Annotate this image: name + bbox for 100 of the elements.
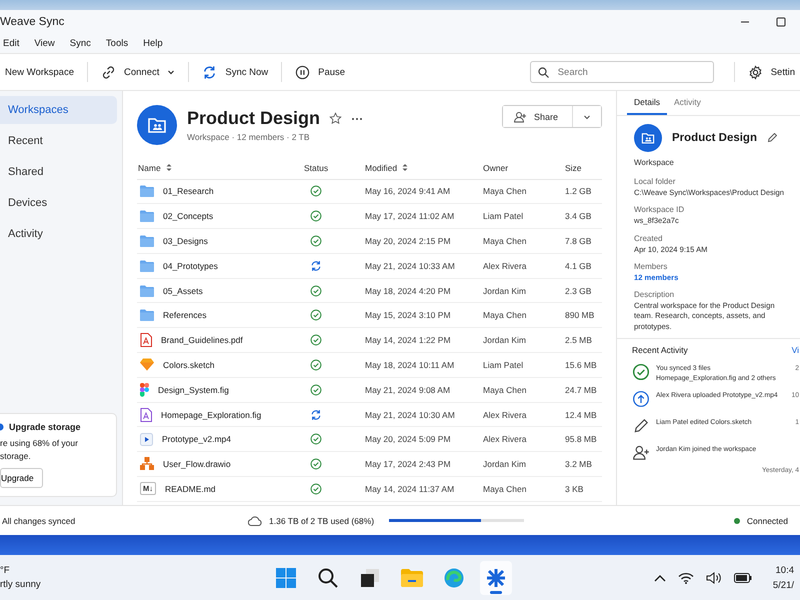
menu-item[interactable]: Sync xyxy=(66,38,99,48)
add-person-icon xyxy=(512,110,527,122)
modified-date: May 16, 2024 9:41 AM xyxy=(365,186,450,196)
modified-date: May 15, 2024 3:10 PM xyxy=(365,310,451,320)
toolbar-button[interactable]: Connect xyxy=(96,58,180,86)
modified-date: May 21, 2024 9:08 AM xyxy=(365,384,450,395)
pause-icon xyxy=(295,64,310,80)
upgrade-button[interactable]: Upgrade xyxy=(0,468,43,488)
maximize-icon[interactable] xyxy=(776,16,786,26)
modified-date: May 21, 2024 10:33 AM xyxy=(365,260,455,271)
weave-logo-icon xyxy=(486,568,506,588)
battery-icon[interactable] xyxy=(734,572,752,582)
connection-status: Connected xyxy=(746,516,788,526)
clock-time[interactable]: 10:4 xyxy=(776,564,794,576)
file-name[interactable]: 01_Research xyxy=(163,186,214,196)
sort-icon xyxy=(402,163,408,172)
owner-name: Jordan Kim xyxy=(483,459,526,470)
upgrade-text: storage. xyxy=(0,451,32,461)
folder-icon xyxy=(401,568,423,586)
modified-date: May 18, 2024 4:20 PM xyxy=(365,286,451,296)
file-name[interactable]: 03_Designs xyxy=(163,236,208,246)
sidebar-item[interactable]: Shared xyxy=(0,158,117,186)
owner-name: Maya Chen xyxy=(483,484,526,494)
owner-name: Jordan Kim xyxy=(483,335,526,346)
storage-usage: 1.36 TB of 2 TB used (68%) xyxy=(269,516,374,526)
caret-icon xyxy=(583,112,591,120)
file-name[interactable]: 05_Assets xyxy=(163,286,203,296)
file-name[interactable]: 04_Prototypes xyxy=(163,260,218,271)
menu-item[interactable]: Edit xyxy=(0,38,28,48)
file-name[interactable]: 02_Concepts xyxy=(163,211,214,222)
sidebar-item[interactable]: Recent xyxy=(0,127,117,155)
caret-icon xyxy=(167,68,176,76)
details-tab[interactable]: Activity xyxy=(666,91,708,115)
field-label: Local folder xyxy=(634,177,676,186)
file-size: 12.4 MB xyxy=(565,410,597,420)
workspace-type: Workspace xyxy=(634,158,675,167)
file-size: 2.3 GB xyxy=(565,286,592,296)
file-size: 3.2 MB xyxy=(565,459,592,470)
view-all-link[interactable]: Vi xyxy=(792,344,799,355)
file-size: 3.4 GB xyxy=(565,211,592,222)
details-tab[interactable]: Details xyxy=(627,91,667,115)
owner-name: Liam Patel xyxy=(483,211,524,222)
owner-name: Alex Rivera xyxy=(483,410,526,420)
modified-date: May 20, 2024 5:09 PM xyxy=(365,434,451,444)
modified-date: May 14, 2024 1:22 PM xyxy=(365,335,451,346)
column-header[interactable]: Name xyxy=(138,162,172,173)
task-view-icon xyxy=(361,568,379,586)
pencil-icon[interactable] xyxy=(766,133,777,143)
file-name[interactable]: User_Flow.drawio xyxy=(163,459,231,470)
modified-date: May 18, 2024 10:11 AM xyxy=(365,360,454,370)
file-size: 7.8 GB xyxy=(565,236,592,246)
file-name[interactable]: Brand_Guidelines.pdf xyxy=(161,335,243,346)
settings-button[interactable]: Settin xyxy=(742,58,800,86)
speaker-icon[interactable] xyxy=(706,572,722,584)
settings-icon xyxy=(748,64,763,80)
field-label: Description xyxy=(634,290,676,299)
wifi-icon[interactable] xyxy=(678,572,694,584)
chevron-up-icon[interactable] xyxy=(654,574,666,582)
owner-name: Maya Chen xyxy=(483,236,526,246)
column-header[interactable]: Owner xyxy=(483,162,508,173)
modified-date: May 17, 2024 11:02 AM xyxy=(365,211,454,222)
workspace-icon xyxy=(137,105,177,145)
owner-name: Alex Rivera xyxy=(483,434,526,444)
workspace-title: Product Design xyxy=(187,108,320,129)
menu-item[interactable]: Help xyxy=(140,38,171,48)
sidebar-item[interactable]: Devices xyxy=(0,189,117,217)
file-name[interactable]: Prototype_v2.mp4 xyxy=(162,434,231,444)
file-size: 1.2 GB xyxy=(565,186,592,196)
file-size: 890 MB xyxy=(565,310,594,320)
share-button[interactable]: Share xyxy=(502,106,573,127)
owner-name: Jordan Kim xyxy=(483,286,526,296)
link-icon xyxy=(101,64,116,80)
column-header[interactable]: Status xyxy=(304,162,328,173)
toolbar-button[interactable]: Sync Now xyxy=(197,58,274,86)
clock-date[interactable]: 5/21/ xyxy=(772,580,794,590)
field-label: Created xyxy=(634,234,664,242)
menu-item[interactable]: Tools xyxy=(102,38,136,48)
file-name[interactable]: References xyxy=(163,310,206,320)
sidebar-item[interactable]: Activity xyxy=(0,220,117,248)
more-icon[interactable] xyxy=(351,116,364,120)
file-name[interactable]: Design_System.fig xyxy=(158,384,229,395)
file-name[interactable]: README.md xyxy=(165,484,216,494)
search-icon xyxy=(538,67,549,78)
column-header[interactable]: Size xyxy=(565,162,582,173)
toolbar-button[interactable]: New Workspace xyxy=(0,58,79,86)
file-name[interactable]: Homepage_Exploration.fig xyxy=(161,410,262,420)
file-name[interactable]: Colors.sketch xyxy=(163,360,214,370)
workspace-meta: Workspace · 12 members · 2 TB xyxy=(187,132,310,142)
column-header[interactable]: Modified xyxy=(365,162,408,173)
file-size: 4.1 GB xyxy=(565,260,592,271)
weather-text: rtly sunny xyxy=(0,579,42,590)
upgrade-text: re using 68% of your xyxy=(0,438,79,448)
toolbar-button[interactable]: Pause xyxy=(290,58,350,86)
search-icon xyxy=(318,568,338,588)
sidebar-item[interactable]: Workspaces xyxy=(0,96,117,124)
search-field[interactable]: Search xyxy=(530,61,714,83)
sort-icon xyxy=(166,163,172,172)
temperature: °F xyxy=(0,565,11,576)
menu-item[interactable]: View xyxy=(31,38,63,48)
star-icon[interactable] xyxy=(329,112,342,125)
